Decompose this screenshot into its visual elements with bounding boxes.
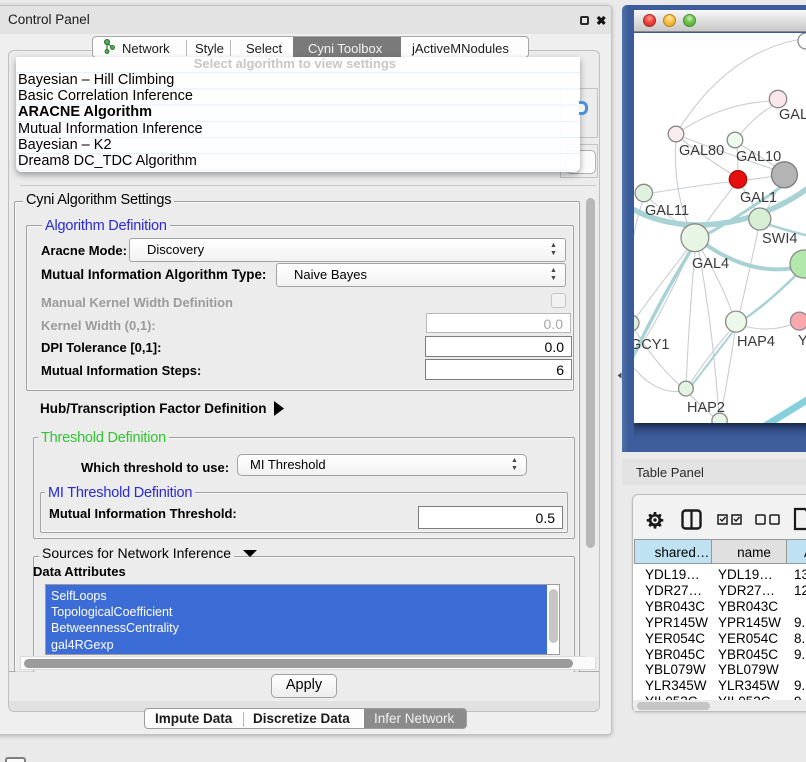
svg-text:GCY1: GCY1 [634, 337, 670, 353]
svg-text:SWI4: SWI4 [762, 231, 797, 247]
svg-text:GAL7: GAL7 [779, 107, 806, 123]
svg-text:GAL80: GAL80 [679, 143, 724, 159]
svg-text:YJ: YJ [798, 333, 806, 349]
svg-text:HAP4: HAP4 [737, 334, 775, 350]
svg-text:GAL10: GAL10 [736, 149, 781, 165]
svg-text:GAL1: GAL1 [740, 190, 777, 206]
svg-text:HAP2: HAP2 [687, 400, 725, 416]
svg-text:GAL11: GAL11 [645, 203, 689, 219]
svg-text:GAL4: GAL4 [692, 256, 729, 272]
